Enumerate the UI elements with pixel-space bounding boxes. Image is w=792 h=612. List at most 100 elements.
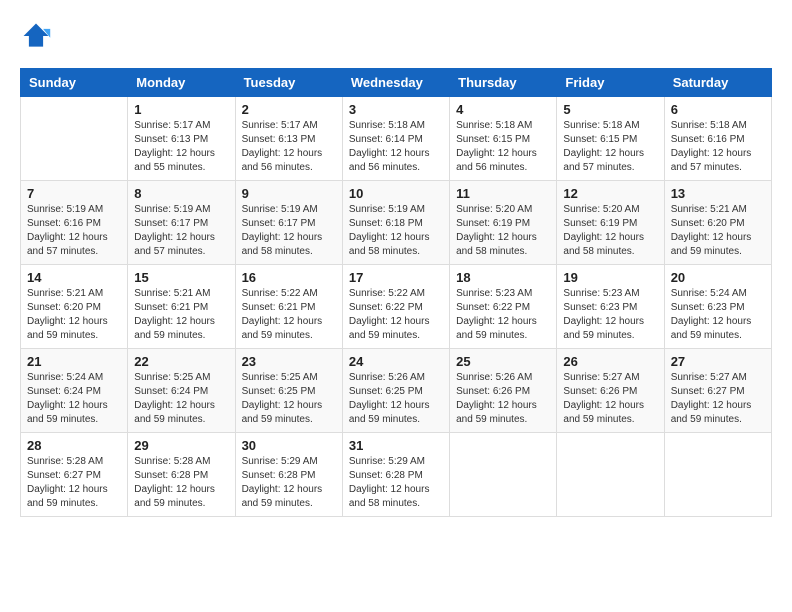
day-number: 7 [27,186,121,201]
day-number: 3 [349,102,443,117]
day-info: Sunrise: 5:18 AM Sunset: 6:15 PM Dayligh… [456,119,550,175]
day-info: Sunrise: 5:19 AM Sunset: 6:17 PM Dayligh… [134,203,228,259]
column-header-sunday: Sunday [21,69,128,97]
calendar-cell: 9Sunrise: 5:19 AM Sunset: 6:17 PM Daylig… [235,181,342,265]
calendar-cell: 28 Sunrise: 5:28 AM Sunset: 6:27 PM Dayli… [21,433,128,517]
calendar-cell [450,433,557,517]
calendar-cell: 31 Sunrise: 5:29 AM Sunset: 6:28 PM Dayli… [342,433,449,517]
day-info: Sunrise: 5:19 AM Sunset: 6:18 PM Dayligh… [349,203,443,259]
calendar-cell: 4 Sunrise: 5:18 AM Sunset: 6:15 PM Daylig… [450,97,557,181]
day-number: 23 [242,354,336,369]
day-info: Sunrise: 5:28 AM Sunset: 6:28 PM Dayligh… [134,455,228,511]
day-info: Sunrise: 5:18 AM Sunset: 6:15 PM Dayligh… [563,119,657,175]
calendar-cell: 26 Sunrise: 5:27 AM Sunset: 6:26 PM Dayli… [557,349,664,433]
day-info: Sunrise: 5:23 AM Sunset: 6:22 PM Dayligh… [456,287,550,343]
day-info: Sunrise: 5:27 AM Sunset: 6:27 PM Dayligh… [671,371,765,427]
day-number: 24 [349,354,443,369]
column-header-thursday: Thursday [450,69,557,97]
calendar-cell: 5 Sunrise: 5:18 AM Sunset: 6:15 PM Daylig… [557,97,664,181]
day-number: 5 [563,102,657,117]
calendar-cell: 27Sunrise: 5:27 AM Sunset: 6:27 PM Dayli… [664,349,771,433]
day-number: 6 [671,102,765,117]
day-info: Sunrise: 5:26 AM Sunset: 6:25 PM Dayligh… [349,371,443,427]
calendar-cell: 16 Sunrise: 5:22 AM Sunset: 6:21 PM Dayli… [235,265,342,349]
day-number: 14 [27,270,121,285]
logo [20,20,58,52]
calendar-cell: 11Sunrise: 5:20 AM Sunset: 6:19 PM Dayli… [450,181,557,265]
calendar-week-row: 7 Sunrise: 5:19 AM Sunset: 6:16 PM Daylig… [21,181,772,265]
calendar-cell: 20 Sunrise: 5:24 AM Sunset: 6:23 PM Dayli… [664,265,771,349]
day-info: Sunrise: 5:17 AM Sunset: 6:13 PM Dayligh… [242,119,336,175]
column-header-friday: Friday [557,69,664,97]
day-number: 20 [671,270,765,285]
day-info: Sunrise: 5:21 AM Sunset: 6:20 PM Dayligh… [27,287,121,343]
calendar-cell: 22 Sunrise: 5:25 AM Sunset: 6:24 PM Dayli… [128,349,235,433]
calendar-header-row: SundayMondayTuesdayWednesdayThursdayFrid… [21,69,772,97]
day-number: 28 [27,438,121,453]
calendar-cell: 18Sunrise: 5:23 AM Sunset: 6:22 PM Dayli… [450,265,557,349]
day-number: 21 [27,354,121,369]
calendar-cell: 8 Sunrise: 5:19 AM Sunset: 6:17 PM Daylig… [128,181,235,265]
calendar-cell [664,433,771,517]
column-header-tuesday: Tuesday [235,69,342,97]
calendar-cell: 15 Sunrise: 5:21 AM Sunset: 6:21 PM Dayli… [128,265,235,349]
calendar-cell: 14 Sunrise: 5:21 AM Sunset: 6:20 PM Dayli… [21,265,128,349]
day-info: Sunrise: 5:28 AM Sunset: 6:27 PM Dayligh… [27,455,121,511]
day-info: Sunrise: 5:29 AM Sunset: 6:28 PM Dayligh… [242,455,336,511]
column-header-wednesday: Wednesday [342,69,449,97]
logo-icon [20,20,52,52]
day-info: Sunrise: 5:25 AM Sunset: 6:24 PM Dayligh… [134,371,228,427]
calendar-cell: 12 Sunrise: 5:20 AM Sunset: 6:19 PM Dayli… [557,181,664,265]
day-number: 13 [671,186,765,201]
day-info: Sunrise: 5:19 AM Sunset: 6:16 PM Dayligh… [27,203,121,259]
day-info: Sunrise: 5:21 AM Sunset: 6:20 PM Dayligh… [671,203,765,259]
page-header [20,20,772,52]
day-number: 26 [563,354,657,369]
calendar-table: SundayMondayTuesdayWednesdayThursdayFrid… [20,68,772,517]
calendar-week-row: 21 Sunrise: 5:24 AM Sunset: 6:24 PM Dayli… [21,349,772,433]
day-info: Sunrise: 5:20 AM Sunset: 6:19 PM Dayligh… [563,203,657,259]
day-info: Sunrise: 5:24 AM Sunset: 6:24 PM Dayligh… [27,371,121,427]
day-info: Sunrise: 5:20 AM Sunset: 6:19 PM Dayligh… [456,203,550,259]
day-info: Sunrise: 5:22 AM Sunset: 6:21 PM Dayligh… [242,287,336,343]
calendar-cell: 7 Sunrise: 5:19 AM Sunset: 6:16 PM Daylig… [21,181,128,265]
calendar-cell: 30 Sunrise: 5:29 AM Sunset: 6:28 PM Dayli… [235,433,342,517]
day-info: Sunrise: 5:21 AM Sunset: 6:21 PM Dayligh… [134,287,228,343]
day-number: 10 [349,186,443,201]
calendar-cell: 24 Sunrise: 5:26 AM Sunset: 6:25 PM Dayli… [342,349,449,433]
calendar-cell: 2 Sunrise: 5:17 AM Sunset: 6:13 PM Daylig… [235,97,342,181]
calendar-week-row: 1 Sunrise: 5:17 AM Sunset: 6:13 PM Daylig… [21,97,772,181]
day-number: 16 [242,270,336,285]
day-number: 25 [456,354,550,369]
calendar-cell: 21 Sunrise: 5:24 AM Sunset: 6:24 PM Dayli… [21,349,128,433]
day-number: 2 [242,102,336,117]
day-info: Sunrise: 5:18 AM Sunset: 6:16 PM Dayligh… [671,119,765,175]
day-number: 8 [134,186,228,201]
day-info: Sunrise: 5:23 AM Sunset: 6:23 PM Dayligh… [563,287,657,343]
day-info: Sunrise: 5:25 AM Sunset: 6:25 PM Dayligh… [242,371,336,427]
calendar-cell: 3Sunrise: 5:18 AM Sunset: 6:14 PM Daylig… [342,97,449,181]
day-info: Sunrise: 5:24 AM Sunset: 6:23 PM Dayligh… [671,287,765,343]
calendar-cell: 17Sunrise: 5:22 AM Sunset: 6:22 PM Dayli… [342,265,449,349]
day-info: Sunrise: 5:26 AM Sunset: 6:26 PM Dayligh… [456,371,550,427]
day-info: Sunrise: 5:22 AM Sunset: 6:22 PM Dayligh… [349,287,443,343]
calendar-cell: 19 Sunrise: 5:23 AM Sunset: 6:23 PM Dayli… [557,265,664,349]
column-header-monday: Monday [128,69,235,97]
day-number: 30 [242,438,336,453]
calendar-cell: 29Sunrise: 5:28 AM Sunset: 6:28 PM Dayli… [128,433,235,517]
day-number: 15 [134,270,228,285]
column-header-saturday: Saturday [664,69,771,97]
day-number: 19 [563,270,657,285]
calendar-cell [21,97,128,181]
day-info: Sunrise: 5:27 AM Sunset: 6:26 PM Dayligh… [563,371,657,427]
calendar-cell [557,433,664,517]
day-number: 31 [349,438,443,453]
day-number: 12 [563,186,657,201]
calendar-cell: 1 Sunrise: 5:17 AM Sunset: 6:13 PM Daylig… [128,97,235,181]
day-number: 4 [456,102,550,117]
day-info: Sunrise: 5:17 AM Sunset: 6:13 PM Dayligh… [134,119,228,175]
calendar-cell: 6 Sunrise: 5:18 AM Sunset: 6:16 PM Daylig… [664,97,771,181]
day-number: 1 [134,102,228,117]
day-info: Sunrise: 5:29 AM Sunset: 6:28 PM Dayligh… [349,455,443,511]
day-number: 22 [134,354,228,369]
